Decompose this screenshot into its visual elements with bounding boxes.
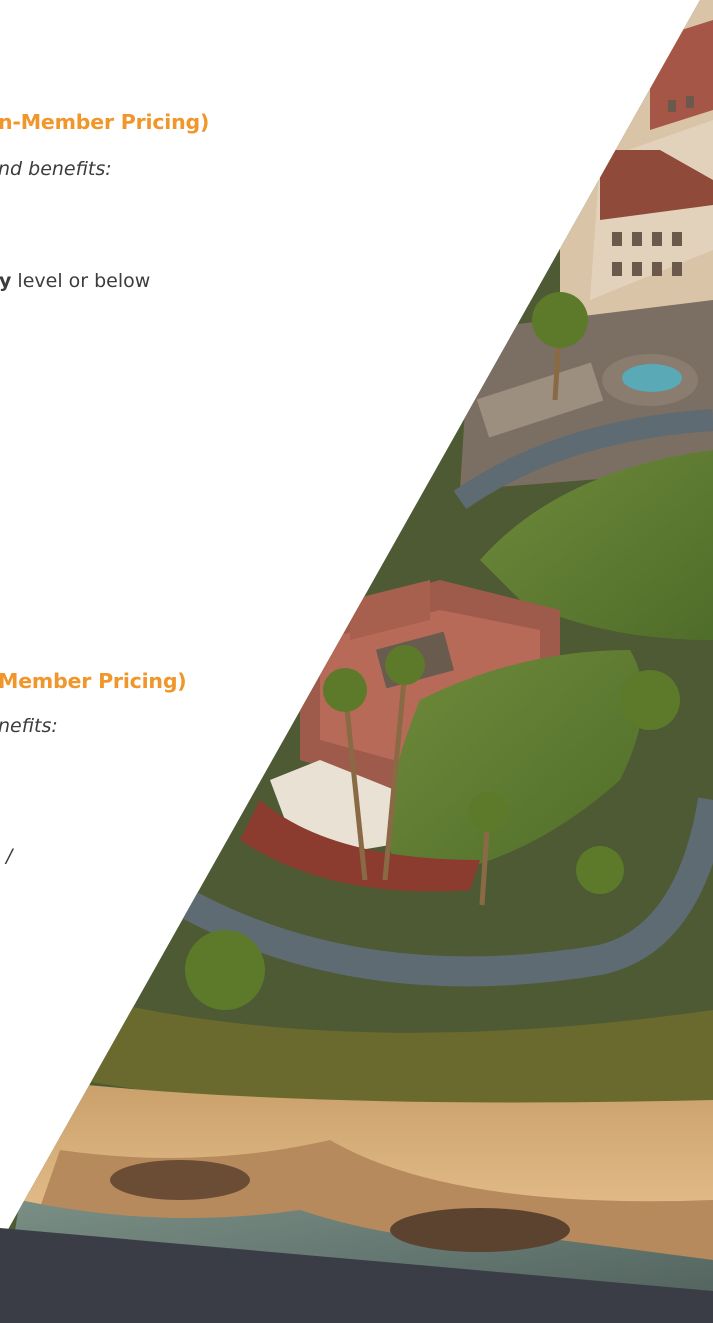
footer-band [0,1228,713,1323]
